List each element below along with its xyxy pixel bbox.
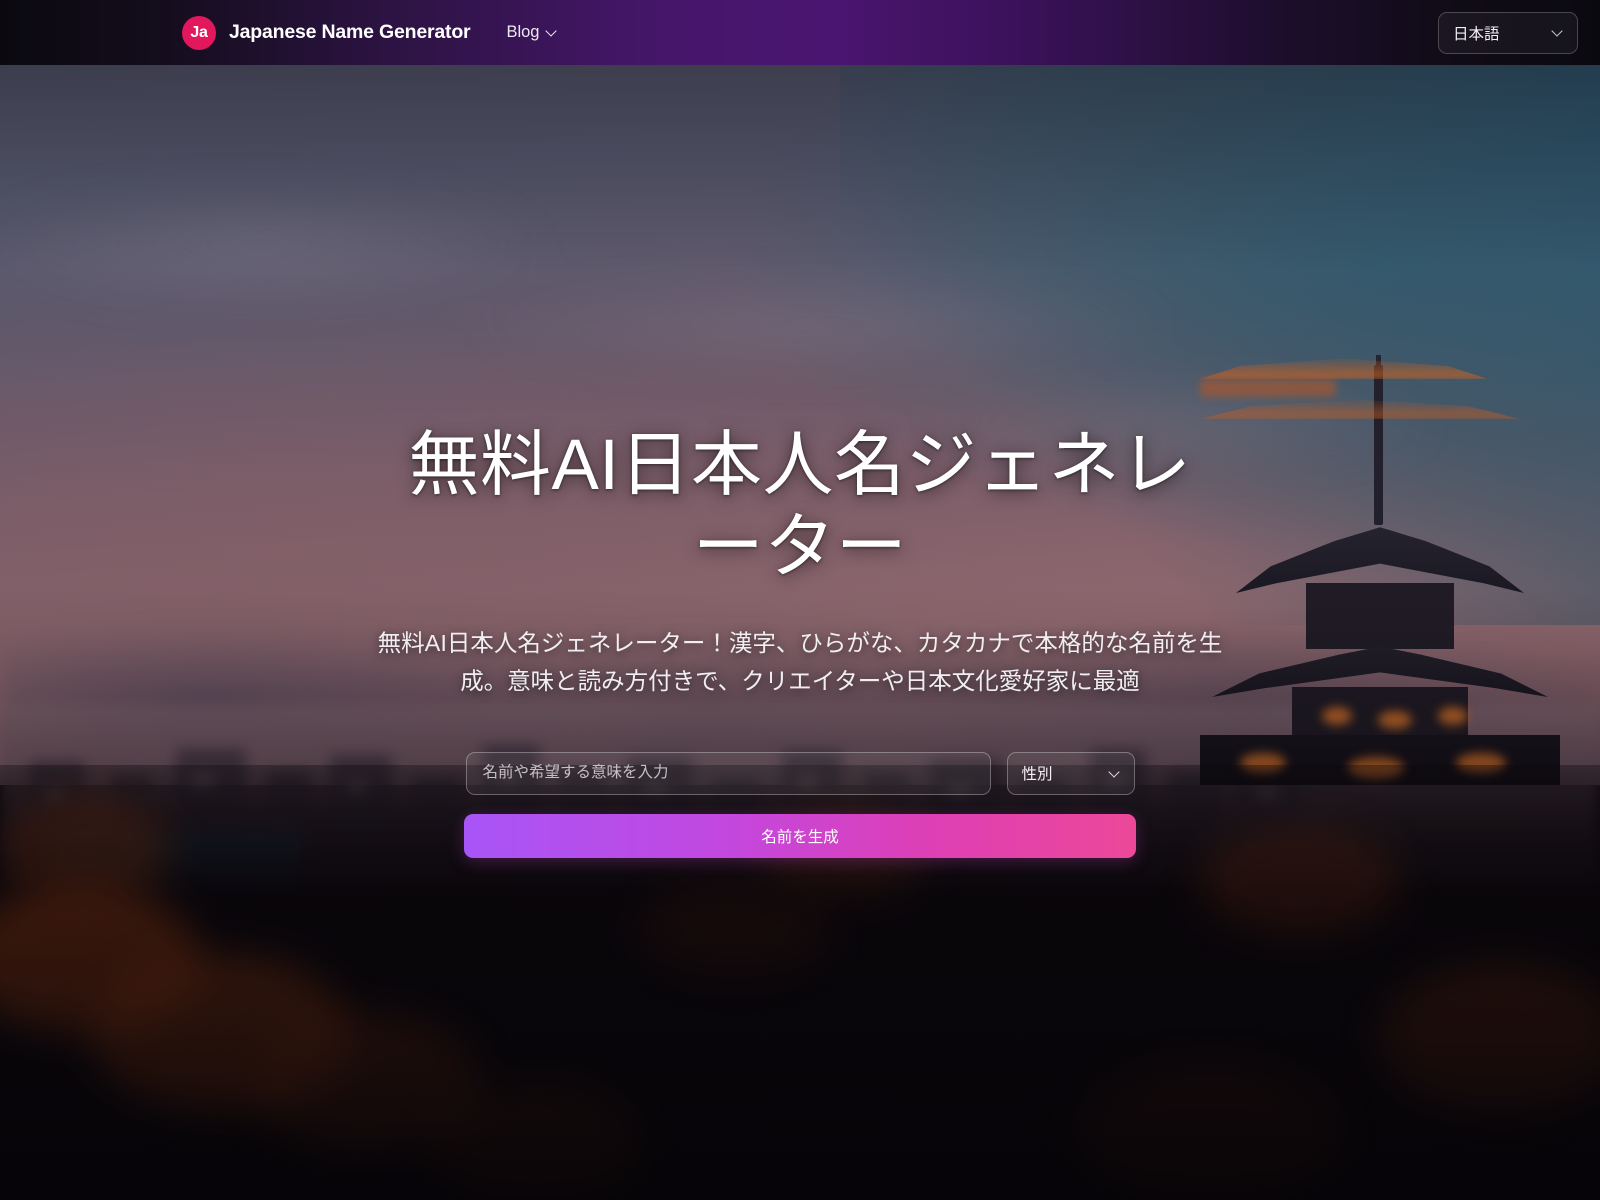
top-navbar: Ja Japanese Name Generator Blog 日本語 [0,0,1600,65]
hero-content: 無料AI日本人名ジェネレーター 無料AI日本人名ジェネレーター！漢字、ひらがな、… [0,65,1600,1200]
gender-select-value: 性別 [1021,766,1053,784]
nav-item-blog[interactable]: Blog [502,17,561,48]
logo-badge-icon: Ja [182,15,216,50]
language-selector-value: 日本語 [1453,25,1500,43]
language-selector[interactable]: 日本語 [1438,11,1578,54]
chevron-down-icon [1109,768,1120,779]
page-title: 無料AI日本人名ジェネレーター [408,426,1192,588]
chevron-down-icon [546,27,557,38]
name-input[interactable] [465,751,991,795]
nav-item-blog-label: Blog [506,23,540,41]
chevron-down-icon [1552,27,1563,38]
gender-select[interactable]: 性別 [1006,751,1135,795]
hero-section: 無料AI日本人名ジェネレーター 無料AI日本人名ジェネレーター！漢字、ひらがな、… [0,65,1600,1200]
brand-logo[interactable]: Ja Japanese Name Generator [182,15,471,50]
page-subtitle: 無料AI日本人名ジェネレーター！漢字、ひらがな、カタカナで本格的な名前を生成。意… [377,629,1223,694]
nav-links: Blog [502,17,561,48]
name-generator-form: 性別 [465,751,1135,795]
brand-title: Japanese Name Generator [229,21,471,43]
generate-name-button[interactable]: 名前を生成 [464,813,1136,858]
